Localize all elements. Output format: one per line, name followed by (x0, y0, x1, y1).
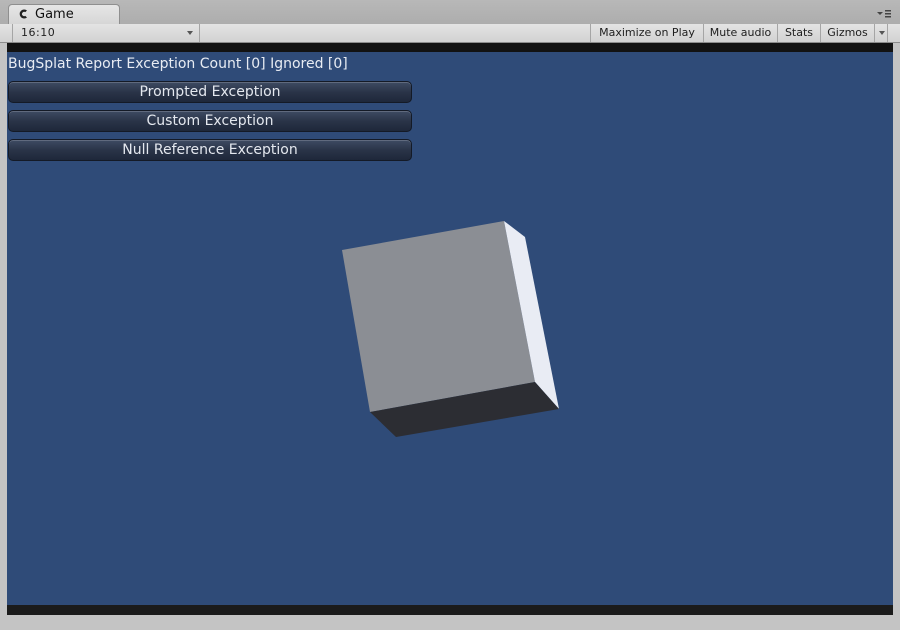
tab-menu-icon[interactable] (876, 9, 892, 19)
maximize-on-play-toggle[interactable]: Maximize on Play (590, 24, 703, 42)
game-viewport[interactable]: BugSplat Report Exception Count [0] Igno… (7, 52, 893, 605)
aspect-ratio-dropdown[interactable]: 16:10 (12, 24, 200, 42)
tab-label: Game (35, 7, 74, 22)
rotating-cube (342, 221, 559, 437)
unity-game-window: Game 16:10 Maximize on Play Mute audio S… (0, 0, 900, 630)
mute-audio-toggle[interactable]: Mute audio (703, 24, 777, 42)
letterbox-top (7, 43, 893, 52)
letterbox-bottom (7, 605, 893, 615)
cube-front-face (342, 221, 535, 412)
tab-strip: Game (0, 0, 900, 25)
gizmos-dropdown-arrow[interactable] (874, 24, 888, 42)
stats-toggle[interactable]: Stats (777, 24, 820, 42)
tab-game[interactable]: Game (8, 4, 120, 24)
gizmos-toggle[interactable]: Gizmos (820, 24, 874, 42)
game-toolbar: 16:10 Maximize on Play Mute audio Stats … (0, 24, 900, 43)
aspect-ratio-value: 16:10 (21, 26, 56, 39)
chevron-down-icon (187, 31, 193, 35)
game-view-icon (19, 9, 27, 19)
